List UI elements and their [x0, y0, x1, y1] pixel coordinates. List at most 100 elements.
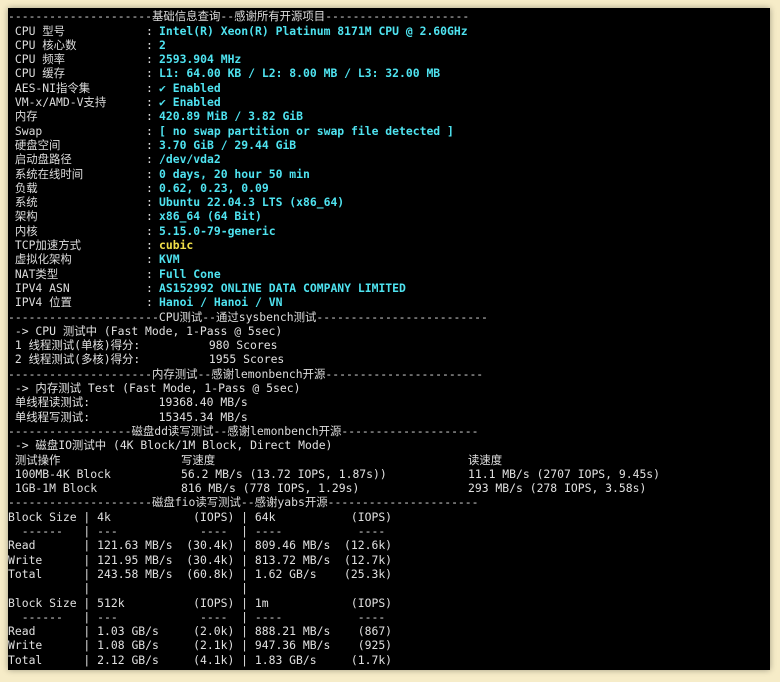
- info-value: L1: 64.00 KB / L2: 8.00 MB / L3: 32.00 M…: [159, 66, 441, 81]
- info-row-vmx: VM-x/AMD-V支持: ✔ Enabled: [8, 95, 221, 109]
- dd-col-op: 测试操作: [8, 452, 61, 467]
- info-row-uptime: 系统在线时间:0 days, 20 hour 50 min: [8, 167, 310, 181]
- fio-line: Block Size | 4k (IOPS) | 64k (IOPS): [8, 509, 393, 524]
- mem-test-read: 单线程读测试: 19368.40 MB/s: [8, 395, 248, 410]
- info-value: Full Cone: [159, 266, 221, 281]
- info-row-virt: 虚拟化架构: KVM: [8, 252, 180, 266]
- info-value: 5.15.0-79-generic: [159, 223, 276, 238]
- info-label: 硬盘空间: [8, 137, 61, 152]
- dd-test-header: -> 磁盘IO测试中 (4K Block/1M Block, Direct Mo…: [8, 438, 333, 453]
- info-sep: :: [146, 252, 153, 267]
- info-value: 2: [159, 37, 166, 52]
- cpu-test-multi: 2 线程测试(多核)得分: 1955 Scores: [8, 352, 285, 367]
- fio-line: | |: [8, 581, 393, 596]
- info-sep: :: [146, 280, 153, 295]
- info-label: 启动盘路径: [8, 152, 72, 167]
- info-row-disk: 硬盘空间:3.70 GiB / 29.44 GiB: [8, 137, 296, 152]
- info-value: Ubuntu 22.04.3 LTS (x86_64): [159, 195, 345, 210]
- banner-memory-test: ---------------------内存测试--感谢lemonbench开…: [8, 366, 484, 381]
- info-value: AS152992 ONLINE DATA COMPANY LIMITED: [159, 280, 406, 295]
- info-row-aes-ni: AES-NI指令集: ✔ Enabled: [8, 81, 221, 95]
- info-label: CPU 缓存: [8, 66, 66, 81]
- fio-line: Total | 2.12 GB/s (4.1k) | 1.83 GB/s (1.…: [8, 652, 393, 667]
- info-label: IPV4 ASN: [8, 280, 70, 295]
- fio-line: Read | 1.03 GB/s (2.0k) | 888.21 MB/s (8…: [8, 624, 393, 639]
- info-value: x86_64 (64 Bit): [159, 209, 262, 224]
- info-sep: :: [146, 80, 153, 95]
- fio-line: ------ | --- ---- | ---- ----: [8, 524, 393, 538]
- info-sep: :: [146, 180, 153, 195]
- dd-cell-op: 1GB-1M Block: [8, 481, 98, 496]
- info-sep: :: [146, 195, 153, 210]
- info-label: CPU 型号: [8, 23, 66, 38]
- info-row-asn: IPV4 ASN: AS152992 ONLINE DATA COMPANY LI…: [8, 280, 406, 295]
- fio-line: Write | 1.08 GB/s (2.1k) | 947.36 MB/s (…: [8, 638, 393, 653]
- info-sep: :: [146, 123, 153, 138]
- banner-basic-info: ---------------------基础信息查询--感谢所有开源项目---…: [8, 9, 470, 23]
- info-value: ✔ Enabled: [159, 95, 221, 109]
- info-sep: :: [146, 109, 153, 124]
- info-label: CPU 核心数: [8, 37, 77, 52]
- info-row-cpu-cores: CPU 核心数:2: [8, 37, 166, 52]
- info-label: VM-x/AMD-V支持: [8, 95, 107, 109]
- info-label: IPV4 位置: [8, 295, 72, 310]
- info-value: 2593.904 MHz: [159, 52, 242, 67]
- info-sep: :: [146, 137, 153, 152]
- dd-cell-write: 56.2 MB/s (13.72 IOPS, 1.87s)): [181, 466, 387, 481]
- info-row-cpu-cache: CPU 缓存: L1: 64.00 KB / L2: 8.00 MB / L3: …: [8, 66, 440, 81]
- info-row-kernel: 内核:5.15.0-79-generic: [8, 223, 276, 238]
- dd-col-write: 写速度: [181, 452, 216, 467]
- info-value: 0 days, 20 hour 50 min: [159, 166, 310, 181]
- mem-test-write: 单线程写测试: 15345.34 MB/s: [8, 409, 248, 424]
- info-value: ✔ Enabled: [159, 80, 221, 95]
- info-sep: :: [146, 223, 153, 238]
- info-sep: :: [146, 238, 153, 252]
- info-sep: :: [146, 166, 153, 181]
- info-sep: :: [146, 95, 153, 109]
- banner-fio-test: ---------------------磁盘fio读写测试--感谢yabs开源…: [8, 495, 479, 510]
- info-sep: :: [146, 52, 153, 67]
- info-value: 0.62, 0.23, 0.09: [159, 180, 269, 195]
- dd-cell-read: 11.1 MB/s (2707 IOPS, 9.45s): [468, 466, 661, 481]
- terminal-window[interactable]: ---------------------基础信息查询--感谢所有开源项目---…: [8, 8, 770, 670]
- info-label: 架构: [8, 209, 38, 224]
- info-row-location: IPV4 位置: Hanoi / Hanoi / VN: [8, 295, 283, 310]
- info-row-load: 负载:0.62, 0.23, 0.09: [8, 180, 269, 195]
- info-label: 内存: [8, 109, 38, 124]
- info-value: Intel(R) Xeon(R) Platinum 8171M CPU @ 2.…: [159, 23, 468, 38]
- info-row-nat: NAT类型: Full Cone: [8, 267, 221, 281]
- info-value: [ no swap partition or swap file detecte…: [159, 123, 454, 138]
- banner-disk-dd-test: ------------------磁盘dd读写测试--感谢lemonbench…: [8, 423, 479, 438]
- info-row-tcp: TCP加速方式: cubic: [8, 238, 193, 252]
- dd-table-header: 测试操作 写速度 读速度: [8, 452, 502, 467]
- info-value: 420.89 MiB / 3.82 GiB: [159, 109, 304, 124]
- info-value: KVM: [159, 252, 180, 267]
- info-sep: :: [146, 209, 153, 224]
- info-label: 系统: [8, 195, 38, 210]
- banner-cpu-test: ----------------------CPU测试--通过sysbench测…: [8, 309, 488, 324]
- info-sep: :: [146, 152, 153, 167]
- dd-cell-op: 100MB-4K Block: [8, 466, 111, 481]
- info-row-cpu-model: CPU 型号: Intel(R) Xeon(R) Platinum 8171M C…: [8, 23, 468, 38]
- info-label: Swap: [8, 123, 43, 138]
- dd-cell-read: 293 MB/s (278 IOPS, 3.58s): [468, 481, 647, 496]
- info-sep: :: [146, 266, 153, 281]
- info-value: /dev/vda2: [159, 152, 221, 167]
- dd-table-row: 100MB-4K Block 56.2 MB/s (13.72 IOPS, 1.8…: [8, 466, 660, 481]
- mem-test-header: -> 内存测试 Test (Fast Mode, 1-Pass @ 5sec): [8, 381, 301, 395]
- info-value: Hanoi / Hanoi / VN: [159, 295, 283, 310]
- fio-line: Block Size | 512k (IOPS) | 1m (IOPS): [8, 595, 393, 610]
- info-label: CPU 频率: [8, 52, 66, 67]
- info-row-os: 系统: Ubuntu 22.04.3 LTS (x86_64): [8, 195, 344, 210]
- info-sep: :: [146, 295, 153, 310]
- fio-line: Total | 243.58 MB/s (60.8k) | 1.62 GB/s …: [8, 566, 393, 581]
- fio-line: Write | 121.95 MB/s (30.4k) | 813.72 MB/…: [8, 552, 393, 567]
- info-value: cubic: [159, 238, 194, 252]
- info-label: 内核: [8, 223, 38, 238]
- dd-table-row: 1GB-1M Block 816 MB/s (778 IOPS, 1.29s) 29…: [8, 481, 646, 496]
- info-row-arch: 架构: x86_64 (64 Bit): [8, 209, 262, 224]
- info-label: 负载: [8, 180, 38, 195]
- info-sep: :: [146, 23, 153, 38]
- info-sep: :: [146, 66, 153, 81]
- info-value: 3.70 GiB / 29.44 GiB: [159, 137, 297, 152]
